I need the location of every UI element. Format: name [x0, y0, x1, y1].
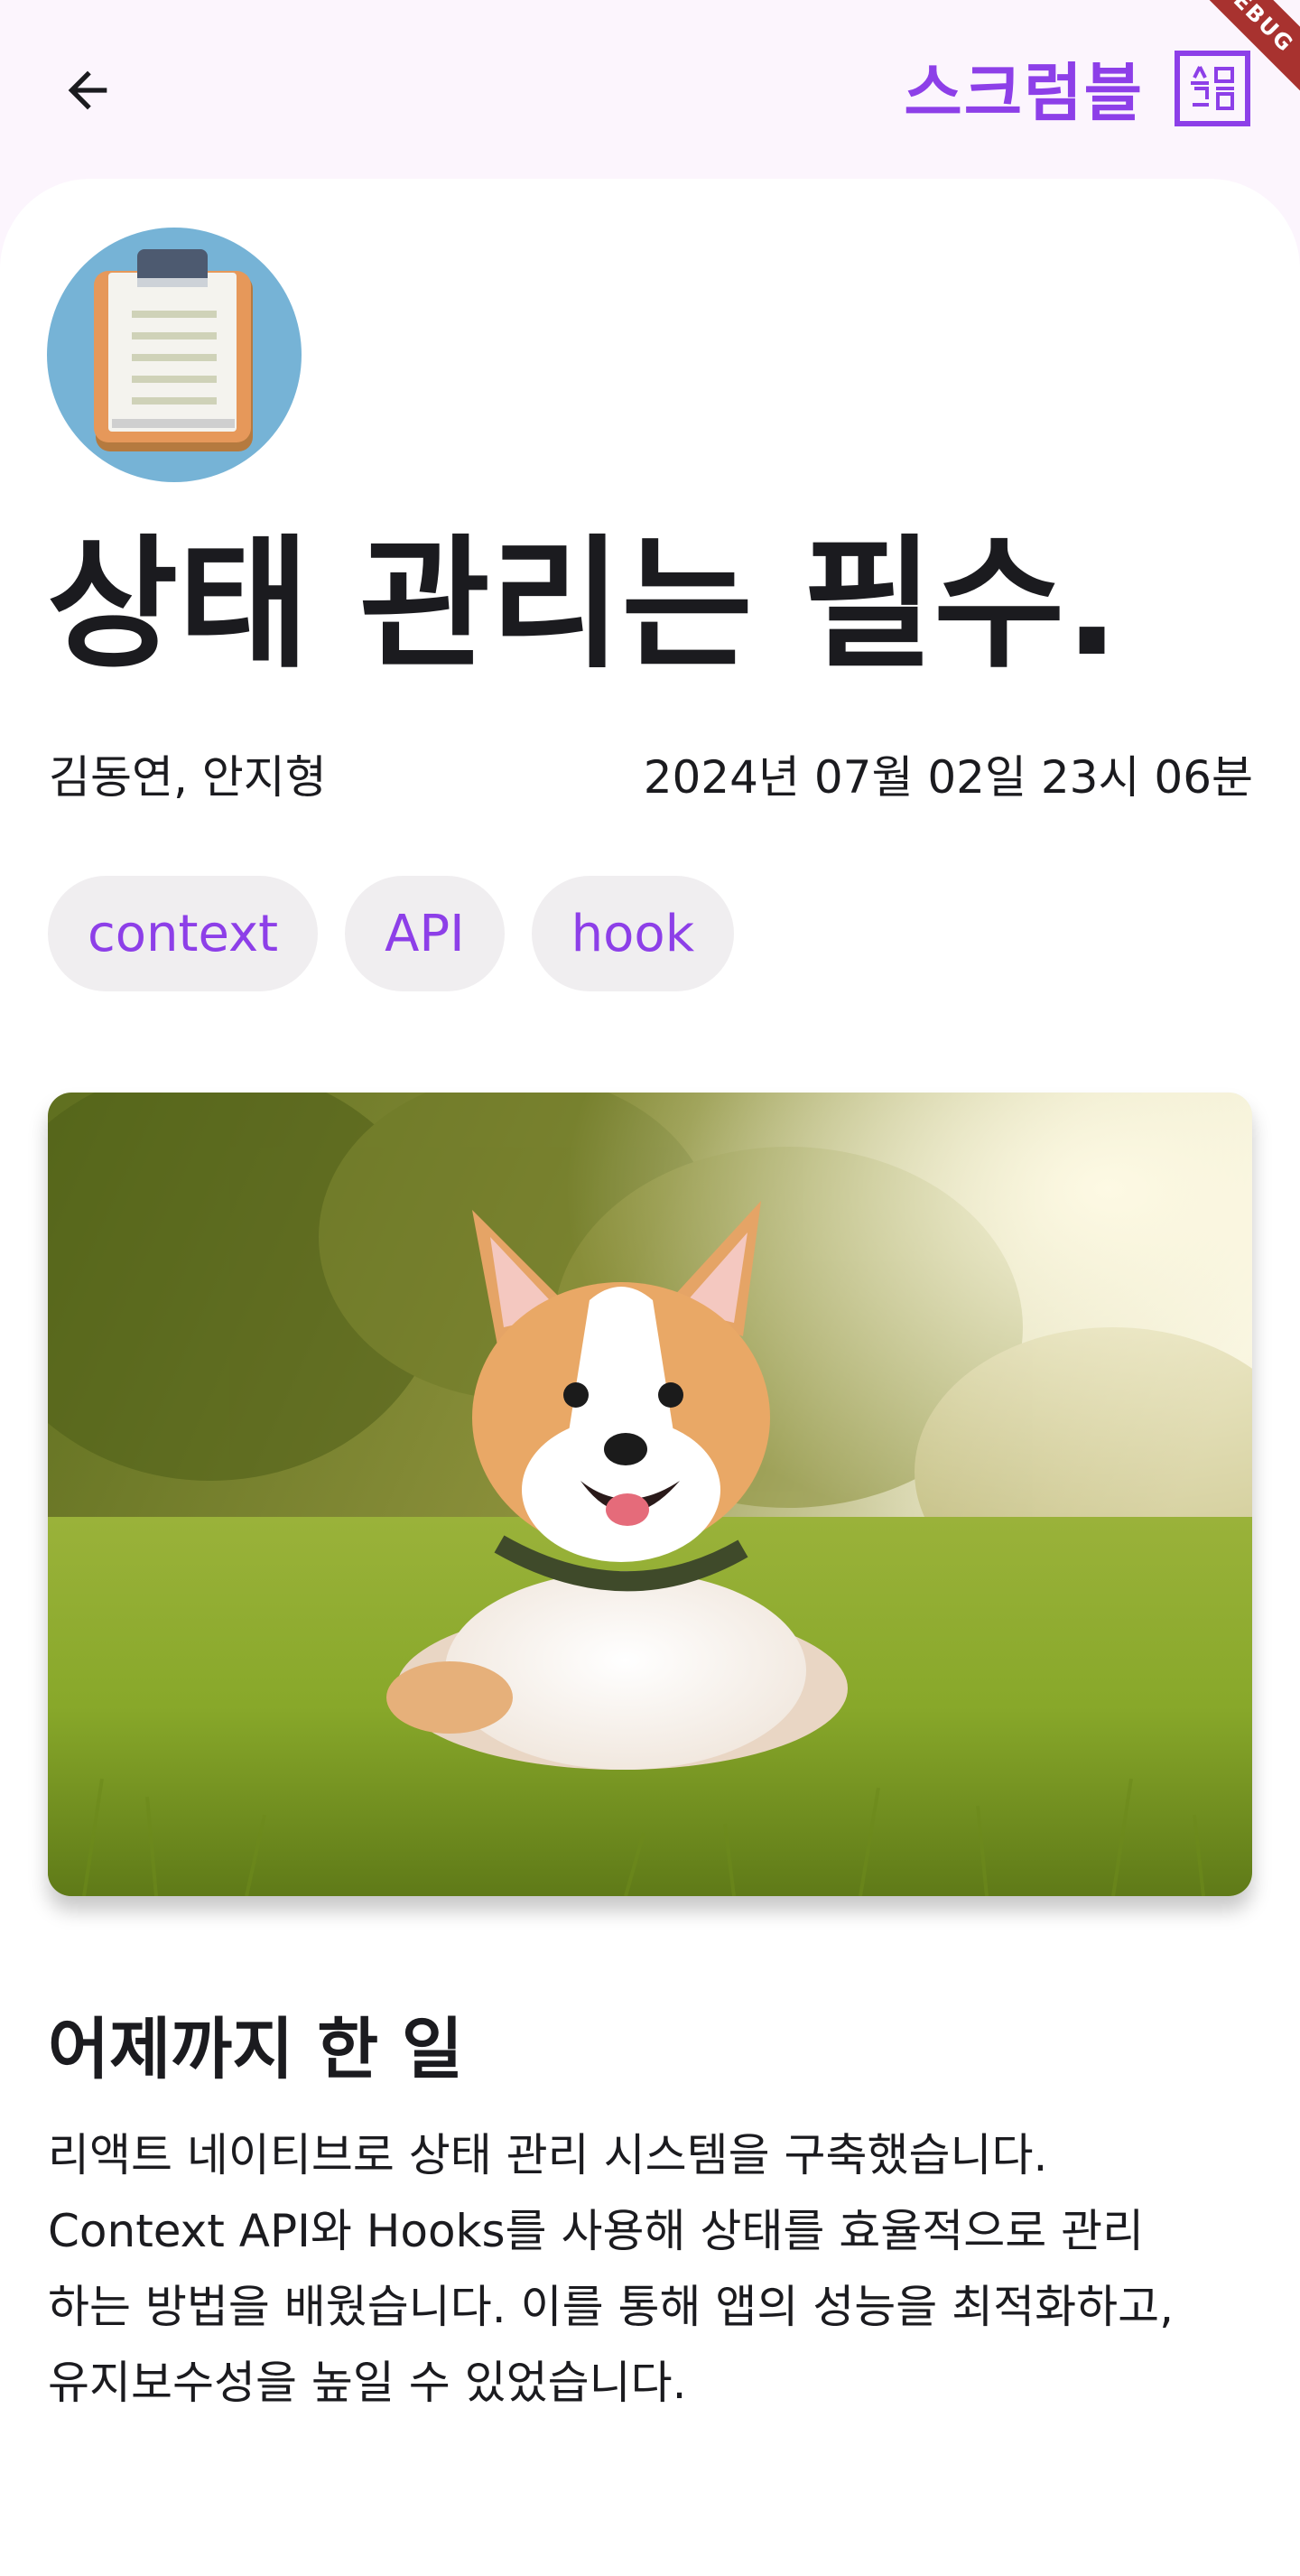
clipboard-icon [47, 228, 302, 482]
post-body: 리액트 네이티브로 상태 관리 시스템을 구축했습니다. Context API… [48, 2117, 1258, 2421]
body-line: Context API와 Hooks를 사용해 상태를 효율적으로 관리 [48, 2205, 1145, 2257]
post-authors: 김동연, 안지형 [49, 751, 327, 804]
tag-list: context API hook [48, 876, 735, 991]
scrumble-logo-icon [1175, 50, 1250, 126]
back-button[interactable] [47, 54, 128, 126]
logo-glyph [1191, 65, 1234, 110]
avatar-graphic [94, 249, 253, 451]
section-title: 어제까지 한 일 [48, 2011, 464, 2088]
post-title: 상태 관리는 필수. [47, 522, 1119, 688]
post-meta: 김동연, 안지형 2024년 07월 02일 23시 06분 [49, 742, 1253, 805]
corgi-photo [48, 1093, 1252, 1896]
body-line: 하는 방법을 배웠습니다. 이를 통해 앱의 성능을 최적화하고, [48, 2281, 1175, 2333]
app-bar: 스크럼블 DEBUG [0, 0, 1300, 181]
tag-chip[interactable]: context [48, 876, 319, 991]
post-date: 2024년 07월 02일 23시 06분 [643, 751, 1253, 804]
arrow-left-icon [68, 70, 107, 110]
tag-chip[interactable]: API [345, 876, 505, 991]
brand: 스크럼블 [904, 45, 1250, 131]
tag-chip[interactable]: hook [531, 876, 735, 991]
brand-name: 스크럼블 [904, 56, 1144, 130]
body-line: 리액트 네이티브로 상태 관리 시스템을 구축했습니다. [48, 2129, 1048, 2181]
post-cover-image [48, 1093, 1252, 1896]
body-line: 유지보수성을 높일 수 있었습니다. [48, 2357, 687, 2409]
